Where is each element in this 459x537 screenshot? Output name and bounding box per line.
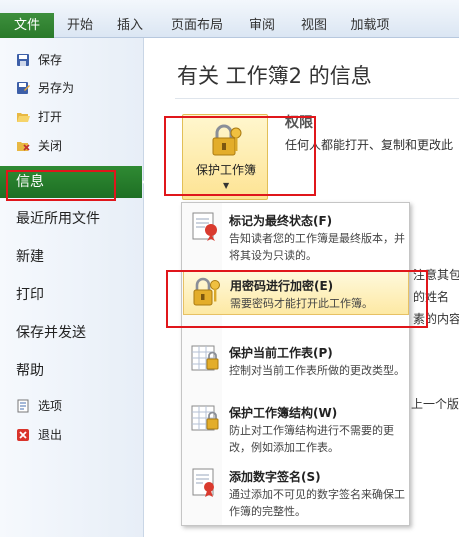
- menu-item-digital-signature[interactable]: 添加数字签名(S) 通过添加不可见的数字签名来确保工作簿的完整性。: [183, 463, 409, 521]
- tab-page-layout[interactable]: 页面布局: [166, 13, 228, 38]
- menu-item-desc: 防止对工作簿结构进行不需要的更改，例如添加工作表。: [229, 424, 394, 454]
- exit-icon: [17, 429, 29, 441]
- bg-fragment: 上一个版本: [411, 397, 459, 411]
- sidebar-item-exit[interactable]: 退出: [0, 423, 144, 447]
- sidebar-item-save-send[interactable]: 保存并发送: [0, 318, 144, 348]
- sidebar-item-label: 关闭: [38, 139, 63, 153]
- menu-item-desc: 通过添加不可见的数字签名来确保工作簿的完整性。: [229, 488, 405, 518]
- sidebar-item-label: 选项: [38, 399, 63, 413]
- menu-item-protect-sheet[interactable]: 保护当前工作表(P) 控制对当前工作表所做的更改类型。: [183, 339, 409, 397]
- mark-final-icon: [192, 212, 217, 241]
- annotation-box-info: [6, 170, 116, 201]
- protect-sheet-icon: [191, 345, 219, 371]
- annotation-box-protect: [164, 116, 316, 196]
- sidebar-item-save-as[interactable]: 另存为: [0, 76, 144, 100]
- menu-item-title: 标记为最终状态(F): [229, 214, 333, 228]
- tab-file[interactable]: 文件: [0, 13, 54, 38]
- menu-item-desc: 告知读者您的工作簿是最终版本，并将其设为只读的。: [229, 232, 405, 262]
- menu-item-mark-final[interactable]: 标记为最终状态(F) 告知读者您的工作簿是最终版本，并将其设为只读的。: [183, 207, 409, 265]
- save-as-icon: [17, 82, 30, 94]
- annotation-box-encrypt: [166, 270, 428, 328]
- sidebar-item-label: 另存为: [38, 81, 75, 95]
- sidebar-item-print[interactable]: 打印: [0, 280, 144, 310]
- sidebar-item-new[interactable]: 新建: [0, 242, 144, 272]
- sidebar-item-recent[interactable]: 最近所用文件: [0, 204, 144, 234]
- close-folder-icon: [17, 142, 30, 151]
- menu-item-protect-structure[interactable]: 保护工作簿结构(W) 防止对工作簿结构进行不需要的更改，例如添加工作表。: [183, 399, 409, 457]
- sidebar-item-label: 保存: [38, 53, 63, 67]
- protect-workbook-menu: 标记为最终状态(F) 告知读者您的工作簿是最终版本，并将其设为只读的。 用密码进…: [181, 202, 410, 526]
- menu-item-desc: 控制对当前工作表所做的更改类型。: [229, 364, 405, 377]
- sidebar-item-label: 打开: [38, 110, 63, 124]
- sidebar-item-close[interactable]: 关闭: [0, 134, 144, 158]
- ribbon-tab-bar: 文件 开始 插入 页面布局 审阅 视图 加载项: [0, 0, 459, 38]
- menu-item-title: 保护工作簿结构(W): [229, 406, 338, 420]
- menu-item-title: 添加数字签名(S): [229, 470, 321, 484]
- save-icon: [17, 54, 29, 66]
- open-folder-icon: [17, 113, 30, 122]
- backstage-sidebar: 保存 另存为 打开 关闭 信息 最近所用文件 新建 打印 保存并发送 帮助 选项: [0, 38, 151, 537]
- tab-addins[interactable]: 加载项: [346, 13, 394, 38]
- tab-insert[interactable]: 插入: [112, 13, 148, 38]
- digital-signature-icon: [192, 468, 214, 497]
- title-divider: [175, 98, 459, 99]
- tab-view[interactable]: 视图: [296, 13, 332, 38]
- sidebar-item-label: 退出: [38, 428, 63, 442]
- page-title: 有关 工作簿2 的信息: [177, 64, 372, 88]
- sidebar-item-open[interactable]: 打开: [0, 105, 144, 129]
- sidebar-item-help[interactable]: 帮助: [0, 356, 144, 386]
- tab-home[interactable]: 开始: [62, 13, 98, 38]
- options-icon: [17, 399, 29, 413]
- menu-item-title: 保护当前工作表(P): [229, 346, 333, 360]
- sidebar-item-save[interactable]: 保存: [0, 48, 144, 72]
- sidebar-item-options[interactable]: 选项: [0, 394, 144, 418]
- protect-structure-icon: [191, 405, 219, 431]
- tab-review[interactable]: 审阅: [244, 13, 280, 38]
